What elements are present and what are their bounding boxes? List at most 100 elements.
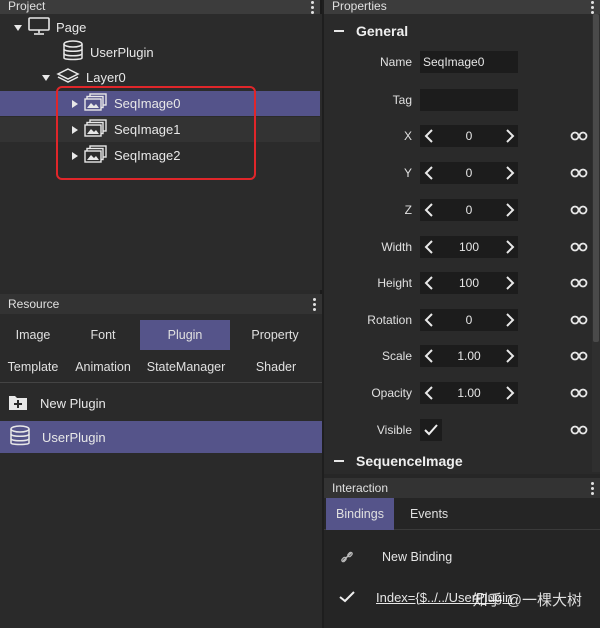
increment-icon[interactable]: [502, 345, 518, 367]
decrement-icon[interactable]: [420, 382, 436, 404]
collapse-icon[interactable]: [334, 30, 344, 32]
caret-down-icon[interactable]: [14, 24, 22, 31]
tab-property[interactable]: Property: [230, 320, 320, 350]
opacity-stepper[interactable]: 1.00: [420, 382, 518, 404]
height-stepper[interactable]: 100: [420, 272, 518, 294]
sequenceimage-section-header[interactable]: SequenceImage: [324, 448, 463, 474]
new-plugin-button[interactable]: New Plugin: [0, 387, 322, 419]
scale-value[interactable]: 1.00: [436, 349, 502, 363]
tree-item-userplugin[interactable]: UserPlugin: [0, 40, 320, 65]
increment-icon[interactable]: [502, 199, 518, 221]
resource-item-userplugin[interactable]: UserPlugin: [0, 421, 322, 453]
link-icon[interactable]: [568, 236, 590, 258]
link-icon[interactable]: [568, 199, 590, 221]
scale-stepper[interactable]: 1.00: [420, 345, 518, 367]
link-icon[interactable]: [568, 345, 590, 367]
decrement-icon[interactable]: [420, 345, 436, 367]
link-icon[interactable]: [568, 382, 590, 404]
tag-field-row: Tag: [324, 88, 590, 112]
tab-bindings[interactable]: Bindings: [326, 498, 394, 530]
scale-label: Scale: [381, 349, 412, 363]
y-stepper[interactable]: 0: [420, 162, 518, 184]
visible-checkbox[interactable]: [420, 419, 442, 441]
link-icon[interactable]: [568, 162, 590, 184]
checkmark-icon[interactable]: [324, 591, 370, 603]
z-label: Z: [404, 203, 412, 217]
y-label: Y: [403, 166, 412, 180]
increment-icon[interactable]: [502, 382, 518, 404]
general-label: General: [356, 23, 409, 39]
increment-icon[interactable]: [502, 272, 518, 294]
x-stepper[interactable]: 0: [420, 125, 518, 147]
rotation-label: Rotation: [367, 313, 412, 327]
resource-menu-icon[interactable]: [312, 294, 316, 314]
tree-item-seqimage2[interactable]: SeqImage2: [0, 143, 320, 168]
opacity-label: Opacity: [371, 386, 412, 400]
caret-right-icon[interactable]: [72, 151, 78, 160]
tab-template[interactable]: Template: [0, 352, 66, 382]
image-sequence-icon: [84, 145, 108, 166]
properties-menu-icon[interactable]: [590, 0, 594, 14]
name-field-row: Name SeqImage0: [324, 50, 590, 74]
properties-scrollbar[interactable]: [592, 14, 600, 472]
link-icon[interactable]: [568, 125, 590, 147]
interaction-menu-icon[interactable]: [590, 478, 594, 498]
decrement-icon[interactable]: [420, 309, 436, 331]
resource-tabs-row1: Image Font Plugin Property: [0, 320, 322, 350]
link-icon[interactable]: [568, 272, 590, 294]
tree-item-label: SeqImage0: [114, 96, 181, 111]
rotation-stepper[interactable]: 0: [420, 309, 518, 331]
caret-right-icon[interactable]: [72, 125, 78, 134]
y-value[interactable]: 0: [436, 166, 502, 180]
height-label: Height: [377, 276, 412, 290]
scrollbar-thumb[interactable]: [593, 14, 599, 342]
tab-animation[interactable]: Animation: [66, 352, 140, 382]
collapse-icon[interactable]: [334, 460, 344, 462]
width-value[interactable]: 100: [436, 240, 502, 254]
decrement-icon[interactable]: [420, 199, 436, 221]
x-value[interactable]: 0: [436, 129, 502, 143]
scale-field-row: Scale 1.00: [324, 344, 590, 368]
tree-item-seqimage0[interactable]: SeqImage0: [0, 91, 320, 116]
height-value[interactable]: 100: [436, 276, 502, 290]
width-stepper[interactable]: 100: [420, 236, 518, 258]
z-value[interactable]: 0: [436, 203, 502, 217]
visible-field-row: Visible: [324, 418, 590, 442]
x-field-row: X 0: [324, 124, 590, 148]
decrement-icon[interactable]: [420, 162, 436, 184]
caret-right-icon[interactable]: [72, 99, 78, 108]
increment-icon[interactable]: [502, 162, 518, 184]
tab-events[interactable]: Events: [400, 498, 458, 530]
z-stepper[interactable]: 0: [420, 199, 518, 221]
tree-item-page[interactable]: Page: [0, 15, 320, 40]
tree-item-layer0[interactable]: Layer0: [0, 65, 320, 90]
decrement-icon[interactable]: [420, 272, 436, 294]
general-section-header[interactable]: General: [324, 16, 600, 46]
project-menu-icon[interactable]: [310, 0, 314, 14]
increment-icon[interactable]: [502, 125, 518, 147]
increment-icon[interactable]: [502, 309, 518, 331]
tree-item-label: Layer0: [86, 70, 126, 85]
decrement-icon[interactable]: [420, 236, 436, 258]
link-icon[interactable]: [568, 309, 590, 331]
link-icon[interactable]: [568, 419, 590, 441]
increment-icon[interactable]: [502, 236, 518, 258]
decrement-icon[interactable]: [420, 125, 436, 147]
new-plugin-label: New Plugin: [40, 395, 106, 411]
tag-label: Tag: [392, 93, 412, 107]
tab-font[interactable]: Font: [66, 320, 140, 350]
tree-item-seqimage1[interactable]: SeqImage1: [0, 117, 320, 142]
tab-image[interactable]: Image: [0, 320, 66, 350]
tag-input[interactable]: [420, 89, 518, 111]
properties-panel-title: Properties: [324, 0, 600, 14]
name-input[interactable]: SeqImage0: [420, 51, 518, 73]
resource-panel-title: Resource: [0, 294, 322, 314]
tab-plugin[interactable]: Plugin: [140, 320, 230, 350]
rotation-value[interactable]: 0: [436, 313, 502, 327]
sequenceimage-label: SequenceImage: [356, 453, 463, 469]
tab-statemanager[interactable]: StateManager: [140, 352, 232, 382]
caret-down-icon[interactable]: [42, 74, 50, 81]
opacity-value[interactable]: 1.00: [436, 386, 502, 400]
new-binding-button[interactable]: New Binding: [324, 542, 600, 572]
tab-shader[interactable]: Shader: [232, 352, 320, 382]
